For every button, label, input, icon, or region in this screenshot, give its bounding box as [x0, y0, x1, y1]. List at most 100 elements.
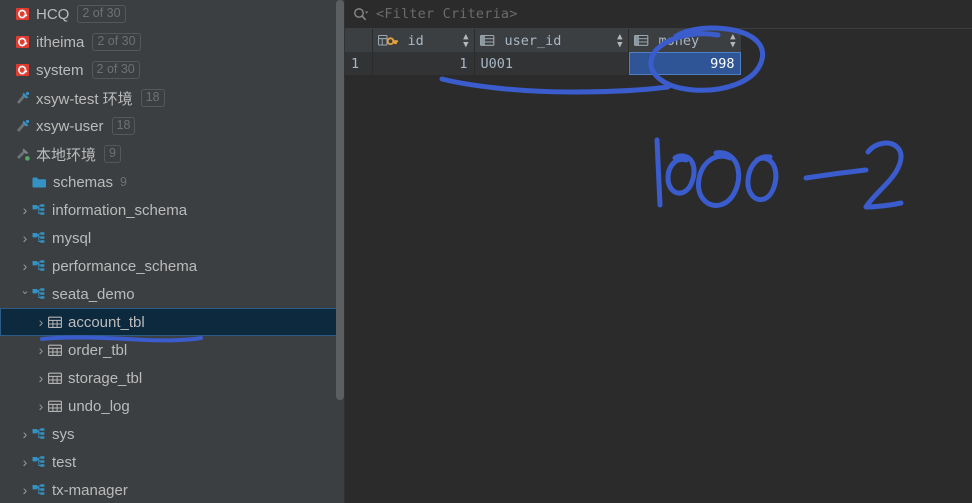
tree-item-test[interactable]: test	[0, 448, 345, 476]
sort-toggle-icon[interactable]: ▲ ▼	[617, 32, 622, 49]
grid-header-money[interactable]: money ▲ ▼	[628, 29, 742, 52]
tree-item-hcq[interactable]: HCQ 2 of 30	[0, 0, 345, 28]
table-icon	[48, 344, 62, 357]
sort-toggle-icon[interactable]: ▲ ▼	[463, 32, 468, 49]
tree-item-xsyw-test[interactable]: xsyw-test 环境 18	[0, 84, 345, 112]
tree-item-sys[interactable]: sys	[0, 420, 345, 448]
chevron-right-icon[interactable]	[34, 343, 48, 358]
filter-bar[interactable]: <Filter Criteria>	[345, 0, 972, 29]
schema-icon	[32, 287, 46, 301]
schema-icon	[32, 455, 46, 469]
tree-item-[interactable]: 本地环境 9	[0, 140, 345, 168]
tree-item-label: xsyw-user	[36, 117, 104, 135]
schema-icon	[32, 203, 46, 217]
tree-item-label: performance_schema	[52, 257, 198, 275]
column-icon	[479, 34, 495, 47]
datasource-link-icon	[16, 91, 30, 105]
schema-icon	[32, 259, 46, 273]
tree-item-label: system	[36, 61, 84, 79]
tree-item-label: storage_tbl	[68, 369, 143, 387]
tree-item-undo-log[interactable]: undo_log	[0, 392, 345, 420]
grid-header-label: id	[407, 32, 424, 49]
tree-item-badge: 18	[140, 89, 165, 107]
column-icon	[633, 34, 649, 47]
grid-row-number: 1	[345, 52, 373, 75]
tree-item-label: test	[52, 453, 77, 471]
table-icon	[48, 372, 62, 385]
tree-item-badge: 2 of 30	[91, 61, 140, 79]
mssql-database-icon	[16, 7, 30, 21]
tree-item-label: schemas	[53, 173, 114, 191]
chevron-right-icon[interactable]	[18, 427, 32, 442]
tree-item-schemas[interactable]: schemas 9	[0, 168, 345, 196]
grid-header-user_id[interactable]: user_id ▲ ▼	[474, 29, 629, 52]
tree-item-label: tx-manager	[52, 481, 128, 499]
result-grid-body[interactable]: 1 1 U001 998	[345, 52, 742, 75]
tree-item-label: HCQ	[36, 5, 70, 23]
tree-item-label: sys	[52, 425, 75, 443]
database-tree-sidebar[interactable]: HCQ 2 of 30 itheima 2 of 30 system 2 of 30 xsy…	[0, 0, 345, 503]
schema-icon	[32, 483, 46, 497]
chevron-right-icon[interactable]	[34, 399, 48, 414]
result-grid[interactable]: id ▲ ▼ user_id ▲ ▼ money ▲ ▼ 1 1 U001 998	[345, 29, 742, 75]
search-dropdown-icon[interactable]	[353, 7, 369, 21]
mssql-database-icon	[16, 63, 30, 77]
datasource-link-icon	[16, 119, 30, 133]
primary-key-icon	[377, 34, 398, 47]
result-grid-empty-area	[345, 75, 972, 503]
table-row[interactable]: 1 1 U001 998	[345, 52, 742, 75]
chevron-right-icon[interactable]	[18, 203, 32, 218]
sidebar-scrollbar-thumb[interactable]	[336, 0, 344, 400]
grid-header-label: user_id	[504, 32, 562, 49]
chevron-right-icon[interactable]	[18, 455, 32, 470]
tree-item-order-tbl[interactable]: order_tbl	[0, 336, 345, 364]
grid-cell-user_id[interactable]: U001	[474, 52, 629, 75]
tree-item-xsyw-user[interactable]: xsyw-user 18	[0, 112, 345, 140]
filter-criteria-input[interactable]: <Filter Criteria>	[376, 6, 518, 22]
folder-icon	[32, 176, 47, 189]
mssql-database-icon	[16, 35, 30, 49]
tree-item-itheima[interactable]: itheima 2 of 30	[0, 28, 345, 56]
datasource-connected-icon	[16, 147, 30, 161]
chevron-down-icon[interactable]	[18, 289, 32, 300]
tree-item-information-schema[interactable]: information_schema	[0, 196, 345, 224]
tree-item-seata-demo[interactable]: seata_demo	[0, 280, 345, 308]
grid-header-label: money	[658, 32, 700, 49]
tree-item-label: itheima	[36, 33, 85, 51]
chevron-right-icon[interactable]	[18, 231, 32, 246]
tree-item-badge: 2 of 30	[77, 5, 126, 23]
database-tree[interactable]: HCQ 2 of 30 itheima 2 of 30 system 2 of 30 xsy…	[0, 0, 345, 503]
result-grid-header: id ▲ ▼ user_id ▲ ▼ money ▲ ▼	[345, 29, 742, 52]
tree-item-performance-schema[interactable]: performance_schema	[0, 252, 345, 280]
grid-cell-id[interactable]: 1	[372, 52, 475, 75]
header-row: id ▲ ▼ user_id ▲ ▼ money ▲ ▼	[345, 29, 742, 52]
tree-item-tx-manager[interactable]: tx-manager	[0, 476, 345, 503]
grid-cell-money[interactable]: 998	[628, 52, 742, 75]
sort-toggle-icon[interactable]: ▲ ▼	[730, 32, 735, 49]
tree-item-badge: 2 of 30	[92, 33, 141, 51]
tree-item-mysql[interactable]: mysql	[0, 224, 345, 252]
database-tool-window: HCQ 2 of 30 itheima 2 of 30 system 2 of 30 xsy…	[0, 0, 972, 503]
tree-item-label: seata_demo	[52, 285, 135, 303]
tree-item-label: account_tbl	[68, 313, 145, 331]
grid-header-rownum	[345, 29, 373, 52]
chevron-right-icon[interactable]	[34, 371, 48, 386]
tree-item-label: order_tbl	[68, 341, 128, 359]
chevron-right-icon[interactable]	[18, 259, 32, 274]
tree-item-badge: 9	[104, 145, 121, 163]
tree-item-badge: 18	[111, 117, 136, 135]
tree-item-label: mysql	[52, 229, 92, 247]
tree-item-label: 本地环境	[36, 146, 97, 164]
tree-item-system[interactable]: system 2 of 30	[0, 56, 345, 84]
chevron-right-icon[interactable]	[34, 315, 48, 330]
tree-item-storage-tbl[interactable]: storage_tbl	[0, 364, 345, 392]
tree-item-account-tbl[interactable]: account_tbl	[0, 308, 345, 336]
chevron-right-icon[interactable]	[18, 483, 32, 498]
sidebar-scrollbar[interactable]	[336, 0, 344, 503]
grid-header-id[interactable]: id ▲ ▼	[372, 29, 475, 52]
tree-item-badge: 9	[120, 174, 127, 189]
data-editor-panel: <Filter Criteria> id ▲ ▼ user_id ▲ ▼ money ▲ ▼ 1…	[345, 0, 972, 503]
table-icon	[48, 400, 62, 413]
schema-icon	[32, 427, 46, 441]
table-icon	[48, 316, 62, 329]
